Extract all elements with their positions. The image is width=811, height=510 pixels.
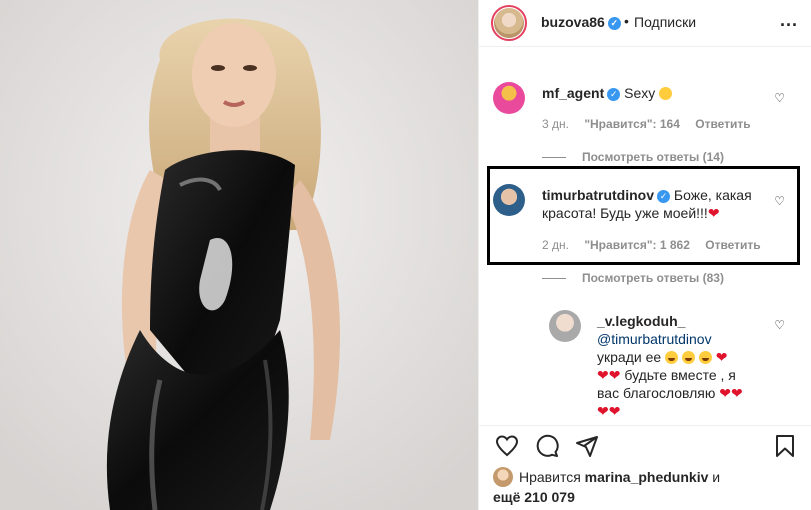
reply-text: _v.legkoduh_ @timurbatrutdinov укради ее… (597, 313, 743, 419)
more-icon[interactable]: ... (780, 10, 798, 31)
likes-summary: Нравится marina_phedunkiv и ещё 210 079 (493, 467, 721, 505)
commenter-avatar[interactable] (493, 82, 525, 114)
following-button[interactable]: Подписки (634, 14, 696, 30)
red-heart-icon: ❤ (719, 385, 731, 401)
replies-divider (542, 157, 566, 159)
commenter-username[interactable]: mf_agent (542, 85, 604, 101)
commenter-avatar[interactable] (493, 184, 525, 216)
comment-text: timurbatrutdinov ✓ Боже, какая красота! Б… (542, 187, 752, 221)
comment-like-heart-icon[interactable]: ♡ (774, 318, 785, 332)
verified-icon: ✓ (657, 190, 670, 203)
red-heart-icon: ❤ (597, 367, 609, 383)
reply-button[interactable]: Ответить (705, 238, 760, 252)
commenter-avatar[interactable] (549, 310, 581, 342)
view-replies-button[interactable]: Посмотреть ответы (83) (542, 271, 724, 285)
replies-divider (542, 278, 566, 280)
comment-like-heart-icon[interactable]: ♡ (774, 194, 785, 208)
grinning-emoji-icon (659, 87, 673, 100)
share-icon[interactable] (575, 434, 599, 458)
comment-meta: 2 дн. "Нравится": 1 862 Ответить (542, 238, 773, 252)
post-actions (479, 425, 811, 463)
heart-icon[interactable] (495, 434, 519, 458)
red-heart-icon: ❤ (608, 403, 621, 419)
author-username[interactable]: buzova86 ✓ (541, 14, 621, 30)
post-photo[interactable] (0, 0, 478, 510)
commenter-username[interactable]: _v.legkoduh_ (597, 313, 685, 329)
red-heart-icon: ❤ (731, 385, 743, 401)
comment-meta: 3 дн. "Нравится": 164 Ответить (542, 117, 763, 131)
red-heart-icon: ❤ (597, 403, 609, 419)
comment-likes[interactable]: "Нравится": 1 862 (584, 238, 690, 252)
red-heart-icon: ❤ (715, 349, 728, 365)
post-sidebar: buzova86 ✓ • Подписки ... mf_agent ✓ Sexy … (478, 0, 811, 510)
liker-username[interactable]: marina_phedunkiv (585, 469, 709, 485)
commenter-username[interactable]: timurbatrutdinov (542, 187, 654, 203)
liker-avatar[interactable] (493, 467, 513, 487)
comment-likes[interactable]: "Нравится": 164 (584, 117, 680, 131)
comment-icon[interactable] (535, 434, 559, 458)
post-header: buzova86 ✓ • Подписки ... (479, 0, 811, 47)
laughing-emoji-icon (681, 351, 695, 364)
red-heart-icon: ❤ (608, 367, 621, 383)
likes-count-button[interactable]: ещё 210 079 (493, 489, 575, 505)
laughing-emoji-icon (665, 351, 679, 364)
comment-like-heart-icon[interactable]: ♡ (774, 91, 785, 105)
comment-time[interactable]: 3 дн. (542, 117, 569, 131)
verified-icon: ✓ (607, 88, 621, 101)
red-heart-icon: ❤ (707, 205, 720, 221)
comment-text: mf_agent ✓ Sexy (542, 84, 774, 102)
separator-dot: • (624, 13, 629, 29)
mention-link[interactable]: @timurbatrutdinov (597, 331, 712, 347)
reply-button[interactable]: Ответить (695, 117, 750, 131)
author-avatar[interactable] (491, 5, 527, 41)
comment-time[interactable]: 2 дн. (542, 238, 569, 252)
post-photo-image (0, 0, 478, 510)
view-replies-button[interactable]: Посмотреть ответы (14) (542, 150, 724, 164)
bookmark-icon[interactable] (773, 434, 797, 458)
verified-icon: ✓ (607, 17, 621, 30)
laughing-emoji-icon (698, 351, 712, 364)
